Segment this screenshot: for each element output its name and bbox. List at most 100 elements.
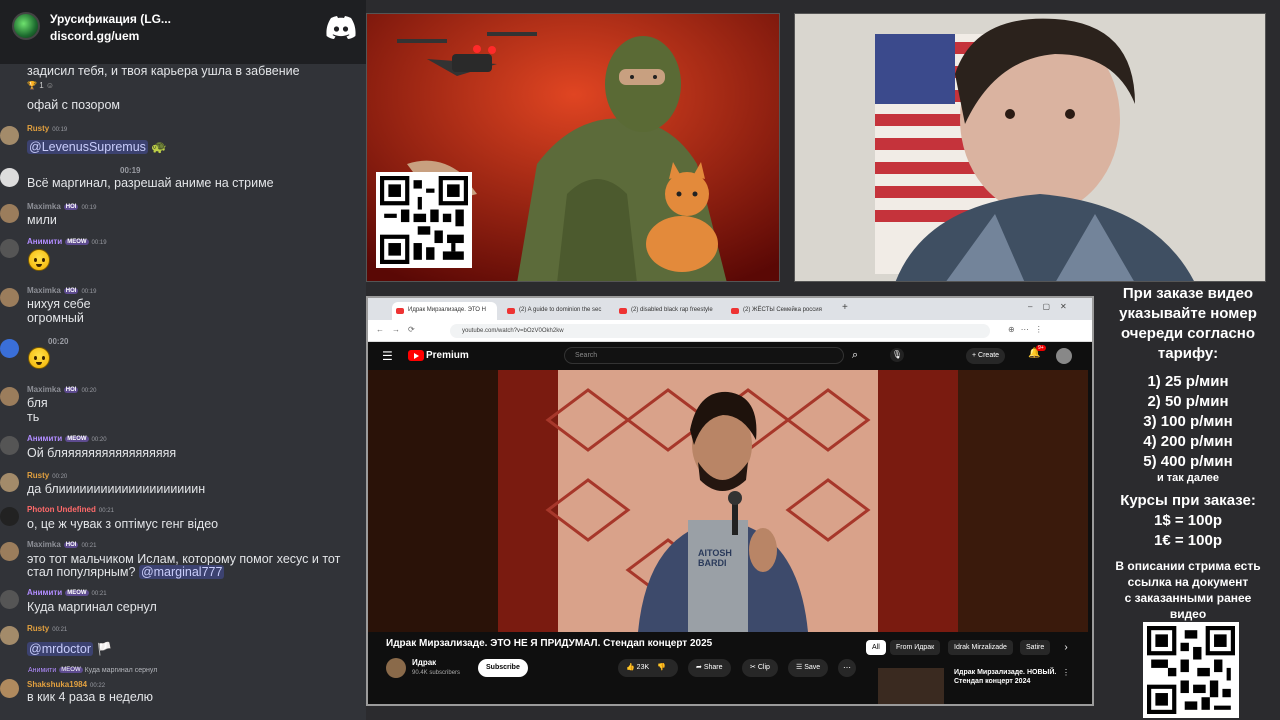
search-icon[interactable]: ⌕ xyxy=(852,349,858,362)
message-text: огромный xyxy=(27,311,84,325)
thumbs-down-icon[interactable]: 👎 xyxy=(657,664,666,671)
browser-tab[interactable]: (2) ЖЁСТЫ Семейка россия xyxy=(727,302,837,320)
avatar[interactable] xyxy=(0,339,19,358)
window-controls[interactable]: –▢✕ xyxy=(1028,302,1077,311)
channel-name[interactable]: Идрак xyxy=(412,658,436,667)
avatar[interactable] xyxy=(0,239,19,258)
server-header: Урусификация (LG... discord.gg/uem xyxy=(0,0,366,64)
courses-heading: Курсы при заказе: xyxy=(1120,492,1256,509)
chevron-right-icon[interactable]: › xyxy=(1058,640,1074,656)
reply-preview[interactable]: Анимити MEOW Куда маргинал сернул xyxy=(28,667,157,674)
channel-avatar[interactable] xyxy=(386,658,406,678)
message-text: да блиииииииииииииииииииин xyxy=(27,482,206,496)
username[interactable]: Rusty 00:21 xyxy=(27,624,67,633)
youtube-page: ☰ Premium Search ⌕ 🎙 + Create 🔔 9+ AITOS… xyxy=(368,342,1092,704)
avatar[interactable] xyxy=(0,473,19,492)
user-mention[interactable]: @marginal777 xyxy=(138,565,225,579)
username[interactable]: Maximka HOI 00:19 xyxy=(27,286,96,295)
username[interactable]: Maximka HOI 00:21 xyxy=(27,540,96,549)
username[interactable]: Maximka HOI 00:19 xyxy=(27,202,96,211)
youtube-favicon-icon xyxy=(507,308,515,314)
search-input[interactable]: Search xyxy=(564,347,844,364)
discord-chat-overlay: Урусификация (LG... discord.gg/uem задис… xyxy=(0,0,366,720)
chip-from-channel[interactable]: From Идрак xyxy=(890,640,941,655)
donation-qr-code[interactable] xyxy=(376,172,472,268)
browser-tab[interactable]: Идрак Мирзализаде. ЭТО Н xyxy=(392,302,497,320)
server-invite-link: discord.gg/uem xyxy=(50,29,140,43)
share-icon: ➦ xyxy=(696,664,702,671)
username[interactable]: Shakshuka1984 00:22 xyxy=(27,680,105,689)
new-tab-icon[interactable]: + xyxy=(842,302,848,313)
course-line: 1$ = 100р xyxy=(1154,512,1222,529)
video-player[interactable]: AITOSH BARDI xyxy=(368,370,1088,632)
avatar[interactable] xyxy=(0,168,19,187)
message-text: @LevenusSupremus 🐢 xyxy=(27,140,167,155)
emoji-sticker-icon xyxy=(28,249,50,271)
reaction[interactable]: 🏆 1 ☺ xyxy=(27,81,54,90)
chip-related[interactable]: Idrak Mirzalizade xyxy=(948,640,1013,655)
username[interactable]: Анимити MEOW 00:21 xyxy=(27,588,107,597)
avatar[interactable] xyxy=(0,126,19,145)
message-text: задисил тебя, и твоя карьера ушла в забв… xyxy=(27,64,300,78)
chip-satire[interactable]: Satire xyxy=(1020,640,1051,655)
username[interactable]: Rusty 00:20 xyxy=(27,471,67,480)
youtube-favicon-icon xyxy=(731,308,739,314)
avatar[interactable] xyxy=(0,387,19,406)
username[interactable]: Анимити MEOW 00:20 xyxy=(27,434,107,443)
browser-tab[interactable]: (2) disabled black rap freestyle xyxy=(615,302,725,320)
message-time: 00:20 xyxy=(48,337,69,346)
account-avatar[interactable] xyxy=(1056,348,1072,364)
document-qr-code[interactable] xyxy=(1143,622,1239,718)
order-info-panel: При заказе видео указывайте номер очеред… xyxy=(1096,284,1280,720)
avatar[interactable] xyxy=(0,626,19,645)
youtube-premium-label[interactable]: Premium xyxy=(426,350,469,361)
message-text: мили xyxy=(27,213,57,227)
like-button[interactable]: 👍 23K 👎 xyxy=(618,659,678,677)
avatar[interactable] xyxy=(0,288,19,307)
avatar[interactable] xyxy=(0,204,19,223)
nav-buttons-icon[interactable]: ←→⟳ xyxy=(376,325,423,334)
user-mention[interactable]: @LevenusSupremus xyxy=(27,140,148,154)
username[interactable]: Maximka HOI 00:20 xyxy=(27,385,96,394)
extension-icons[interactable]: ⊕⋯⋮ xyxy=(1008,325,1049,334)
chip-all[interactable]: All xyxy=(866,640,886,655)
message-text: бля xyxy=(27,396,48,410)
info-line: При заказе видео xyxy=(1122,285,1254,302)
avatar[interactable] xyxy=(0,507,19,526)
scissors-icon: ✂ xyxy=(750,664,756,671)
promo-artwork-panel xyxy=(366,13,780,282)
username[interactable]: Photon Undefined 00:21 xyxy=(27,505,114,514)
subscribe-button[interactable]: Subscribe xyxy=(478,659,528,677)
youtube-favicon-icon xyxy=(619,308,627,314)
tariff-line: 1) 25 р/мин xyxy=(1147,373,1229,390)
avatar[interactable] xyxy=(0,542,19,561)
avatar[interactable] xyxy=(0,436,19,455)
create-button[interactable]: + Create xyxy=(966,348,1006,364)
tariff-line: 4) 200 р/мин xyxy=(1143,433,1233,450)
message-text: офай с позором xyxy=(27,98,120,112)
message-time: 00:19 xyxy=(120,166,141,175)
shirt-print: AITOSH BARDI xyxy=(698,548,732,568)
message-text: в кик 4 раза в неделю xyxy=(27,690,154,704)
message-text: стал популярным? @marginal777 xyxy=(27,565,225,579)
message-text: о, це ж чувак з оптімус генг відео xyxy=(27,517,219,531)
avatar[interactable] xyxy=(0,590,19,609)
url-field[interactable]: youtube.com/watch?v=bOzV0Okh2kw xyxy=(450,324,990,338)
menu-icon[interactable]: ☰ xyxy=(382,349,393,363)
username[interactable]: Rusty 00:19 xyxy=(27,124,67,133)
recommended-more-icon[interactable]: ⋮ xyxy=(1062,668,1070,677)
share-button[interactable]: ➦ Share xyxy=(688,659,731,677)
recommended-thumbnail[interactable] xyxy=(878,668,944,704)
recommended-title[interactable]: Идрак Мирзализаде. НОВЫЙ. Стендап концерт… xyxy=(954,668,1056,686)
youtube-logo-icon[interactable] xyxy=(408,350,424,361)
add-reaction-icon[interactable]: ☺ xyxy=(46,81,54,90)
browser-tab[interactable]: (2) A guide to dominion the sec xyxy=(503,302,613,320)
microphone-icon[interactable]: 🎙 xyxy=(890,348,904,362)
more-actions-icon[interactable]: ⋯ xyxy=(838,659,856,677)
username[interactable]: Анимити MEOW 00:19 xyxy=(27,237,107,246)
reaction-count: 1 xyxy=(39,81,44,90)
clip-button[interactable]: ✂ Clip xyxy=(742,659,778,677)
save-button[interactable]: ☰ Save xyxy=(788,659,829,677)
user-mention[interactable]: @mrdoctor xyxy=(27,642,94,656)
avatar[interactable] xyxy=(0,679,19,698)
